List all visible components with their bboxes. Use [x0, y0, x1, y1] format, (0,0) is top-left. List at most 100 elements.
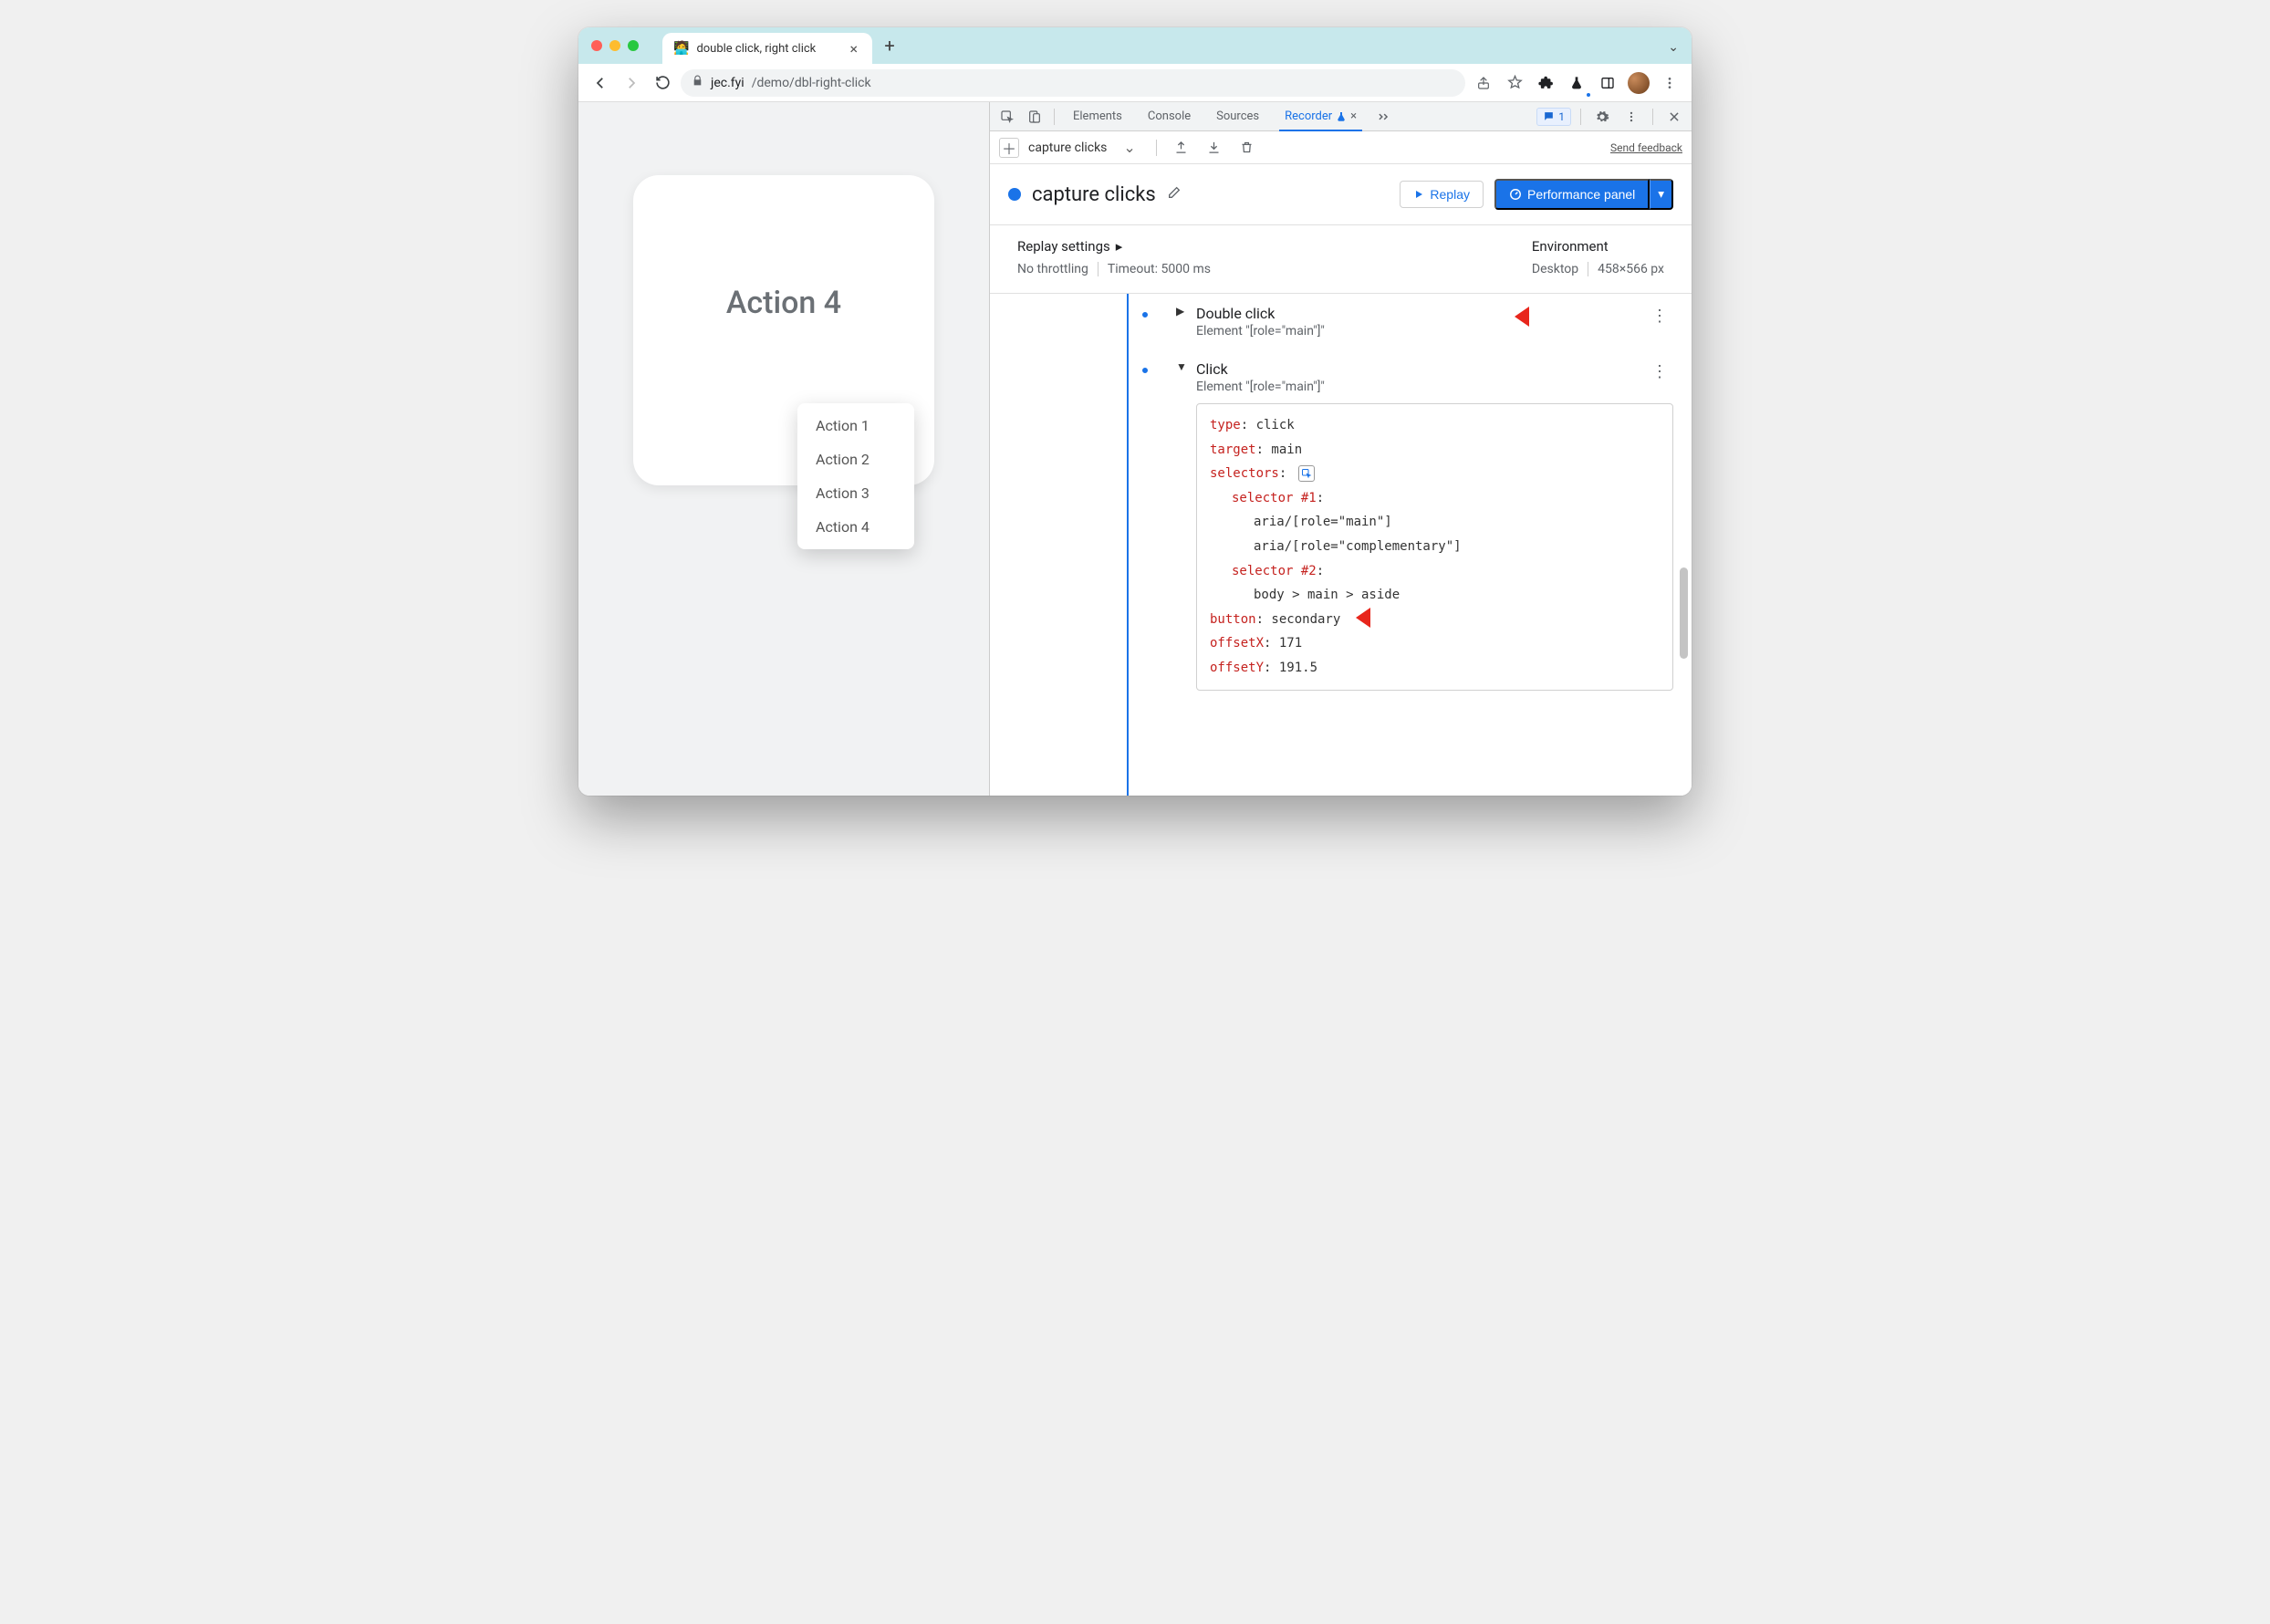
devtools-settings-button[interactable]: [1590, 105, 1614, 129]
experiments-button[interactable]: [1564, 70, 1589, 96]
detail-key-offx: offsetX: [1210, 636, 1264, 651]
detail-val-sel1a: aria/[role="main"]: [1210, 510, 1660, 535]
performance-panel-button[interactable]: Performance panel: [1494, 179, 1650, 210]
delete-button[interactable]: [1235, 136, 1259, 160]
detail-val-sel2a: body > main > aside: [1210, 583, 1660, 608]
share-button[interactable]: [1471, 70, 1496, 96]
replay-settings-label: Replay settings: [1017, 238, 1110, 255]
forward-button[interactable]: [619, 70, 644, 96]
send-feedback-link[interactable]: Send feedback: [1610, 141, 1682, 154]
replay-button[interactable]: Replay: [1400, 181, 1484, 208]
inspect-element-button[interactable]: [995, 105, 1019, 129]
step-click[interactable]: ▼ Click Element "[role="main"]" type: cl…: [1136, 349, 1692, 702]
recording-title: capture clicks: [1032, 183, 1156, 206]
url-input[interactable]: jec.fyi/demo/dbl-right-click: [681, 69, 1465, 97]
tabstrip-overflow[interactable]: ⌄: [1668, 37, 1679, 55]
profile-avatar-button[interactable]: [1626, 70, 1651, 96]
browser-window: 🧑‍💻 double click, right click × + ⌄ jec.…: [578, 27, 1692, 796]
selector-picker-button[interactable]: [1298, 465, 1315, 482]
performance-label: Performance panel: [1527, 187, 1635, 202]
environment-block: Environment Desktop 458×566 px: [1532, 238, 1664, 276]
tab-close-button[interactable]: ×: [846, 40, 861, 57]
tab-sources[interactable]: Sources: [1205, 102, 1270, 131]
tab-elements[interactable]: Elements: [1062, 102, 1133, 131]
steps-area: ▶ Double click Element "[role="main"]" ⋮: [990, 294, 1692, 796]
device-toggle-button[interactable]: [1023, 105, 1046, 129]
browser-tab[interactable]: 🧑‍💻 double click, right click ×: [662, 33, 872, 64]
detail-val-offy: : 191.5: [1264, 661, 1317, 675]
caret-down-icon[interactable]: ▼: [1176, 360, 1189, 373]
window-zoom-button[interactable]: [628, 40, 639, 51]
detail-key-button: button: [1210, 612, 1256, 627]
new-tab-button[interactable]: +: [876, 32, 903, 59]
step-menu-button[interactable]: ⋮: [1651, 362, 1668, 381]
recording-dropdown[interactable]: ⌄: [1116, 139, 1142, 156]
step-double-click[interactable]: ▶ Double click Element "[role="main"]" ⋮: [1136, 294, 1692, 349]
recorder-subtoolbar: ＋ capture clicks ⌄ Send feedback: [990, 131, 1692, 164]
detail-val-button: : secondary: [1256, 612, 1341, 627]
reload-button[interactable]: [650, 70, 675, 96]
timeline-node-icon: [1140, 366, 1150, 375]
devtools-menu-button[interactable]: [1619, 105, 1643, 129]
timeout-value: Timeout: 5000 ms: [1108, 262, 1211, 276]
annotation-arrow-icon: [1515, 303, 1555, 330]
performance-dropdown[interactable]: ▾: [1650, 179, 1673, 210]
devtools-close-button[interactable]: [1662, 105, 1686, 129]
environment-label: Environment: [1532, 238, 1609, 255]
tab-title: double click, right click: [696, 42, 816, 56]
replay-settings-block[interactable]: Replay settings ▸ No throttling Timeout:…: [1017, 238, 1211, 276]
recording-name[interactable]: capture clicks: [1028, 141, 1107, 155]
gauge-icon: [1509, 188, 1522, 201]
caret-right-icon[interactable]: ▶: [1176, 305, 1189, 318]
address-bar: jec.fyi/demo/dbl-right-click: [578, 64, 1692, 102]
timeline-node-icon: [1140, 310, 1150, 319]
issues-count: 1: [1558, 110, 1565, 123]
back-button[interactable]: [588, 70, 613, 96]
extensions-button[interactable]: [1533, 70, 1558, 96]
page-viewport[interactable]: Action 4 Action 1 Action 2 Action 3 Acti…: [578, 102, 989, 796]
window-close-button[interactable]: [591, 40, 602, 51]
context-menu: Action 1 Action 2 Action 3 Action 4: [797, 403, 914, 549]
step-details-box: type: click target: main selectors: sele…: [1196, 403, 1673, 691]
notification-dot: [1586, 92, 1591, 98]
chrome-menu-button[interactable]: [1657, 70, 1682, 96]
tab-console[interactable]: Console: [1137, 102, 1202, 131]
step-menu-button[interactable]: ⋮: [1651, 307, 1668, 326]
import-button[interactable]: [1203, 136, 1226, 160]
card-title: Action 4: [726, 285, 841, 321]
caret-right-icon: ▸: [1116, 238, 1123, 255]
annotation-arrow-icon: [1356, 604, 1396, 631]
scrollbar-thumb[interactable]: [1680, 567, 1688, 659]
step-title: Click: [1196, 360, 1228, 378]
performance-button-group: Performance panel ▾: [1494, 179, 1673, 210]
more-tabs-button[interactable]: [1371, 105, 1395, 129]
timeline-line: [1127, 294, 1129, 796]
environment-size: 458×566 px: [1598, 262, 1664, 276]
detail-val-target: : main: [1256, 442, 1303, 457]
tab-close-icon[interactable]: ×: [1350, 109, 1357, 123]
replay-label: Replay: [1430, 187, 1470, 202]
add-recording-button[interactable]: ＋: [999, 138, 1019, 158]
window-minimize-button[interactable]: [609, 40, 620, 51]
detail-key-sel1: selector #1: [1232, 491, 1317, 505]
context-menu-item[interactable]: Action 2: [797, 442, 914, 476]
export-button[interactable]: [1170, 136, 1193, 160]
detail-key-sel2: selector #2: [1232, 564, 1317, 578]
chevron-down-icon: ⌄: [1668, 40, 1679, 55]
detail-key-offy: offsetY: [1210, 661, 1264, 675]
tab-recorder[interactable]: Recorder ×: [1274, 102, 1368, 131]
recorder-header: capture clicks Replay Performance panel …: [990, 164, 1692, 224]
rename-button[interactable]: [1167, 185, 1182, 203]
detail-key-type: type: [1210, 418, 1241, 432]
sidepanel-button[interactable]: [1595, 70, 1620, 96]
window-titlebar: 🧑‍💻 double click, right click × + ⌄: [578, 27, 1692, 64]
issues-icon: [1543, 110, 1555, 122]
step-subtitle: Element "[role="main"]": [1196, 380, 1692, 394]
issues-badge[interactable]: 1: [1536, 108, 1571, 126]
context-menu-item[interactable]: Action 1: [797, 409, 914, 442]
bookmark-button[interactable]: [1502, 70, 1527, 96]
tab-favicon: 🧑‍💻: [673, 41, 689, 56]
context-menu-item[interactable]: Action 4: [797, 510, 914, 544]
context-menu-item[interactable]: Action 3: [797, 476, 914, 510]
settings-row: Replay settings ▸ No throttling Timeout:…: [990, 224, 1692, 294]
